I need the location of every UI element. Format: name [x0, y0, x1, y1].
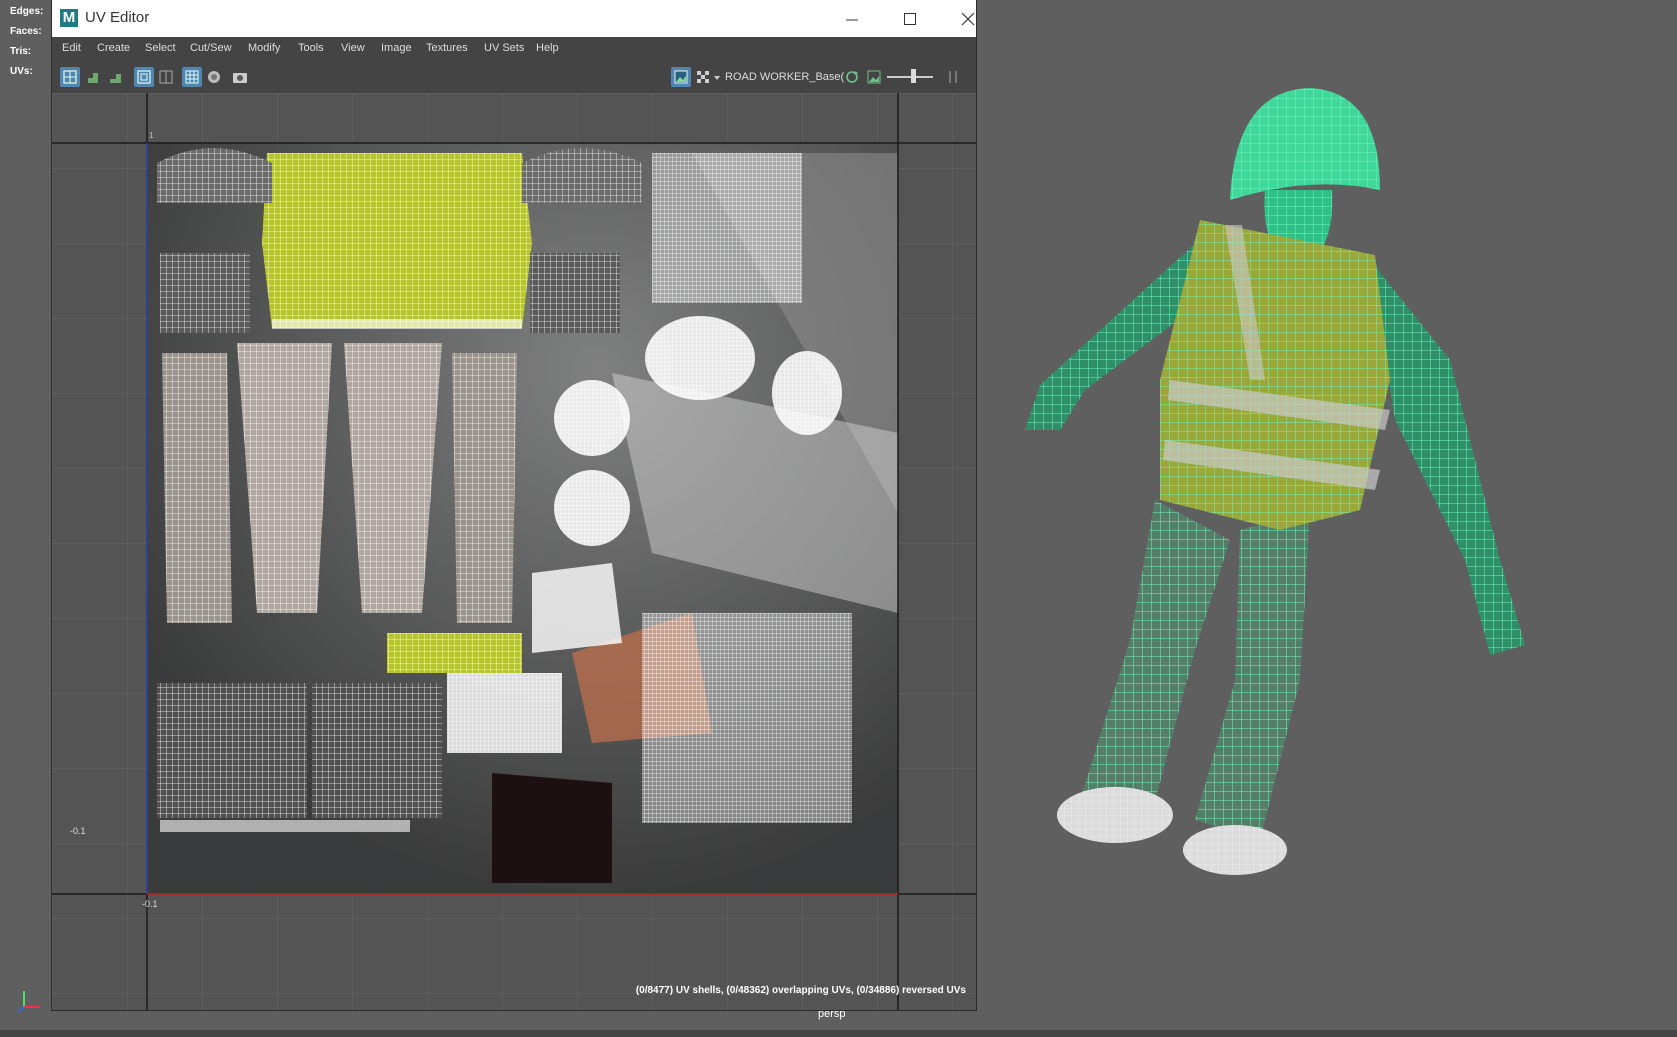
grid-icon [159, 70, 173, 84]
menu-create[interactable]: Create [97, 42, 130, 54]
menu-modify[interactable]: Modify [248, 42, 280, 54]
uv-tool-2-button[interactable] [84, 67, 104, 87]
minimize-button[interactable] [823, 0, 881, 37]
image-icon [674, 70, 688, 84]
grid-icon [185, 70, 199, 84]
stair-icon [88, 73, 98, 83]
uv-tool-5-button[interactable] [156, 67, 176, 87]
uv-canvas[interactable]: 1 -0.1 -0.1 (0/8477) UV shells, (0/48362… [52, 93, 976, 1010]
uv-tick-label: -0.1 [70, 826, 86, 836]
hud-tris-label: Tris: [10, 46, 32, 57]
uv-shell-select-button[interactable] [60, 67, 80, 87]
menu-cut-sew[interactable]: Cut/Sew [190, 42, 232, 54]
checker-options-button[interactable] [711, 67, 723, 87]
maximize-icon [904, 12, 916, 25]
menu-help[interactable]: Help [536, 42, 559, 54]
menu-view[interactable]: View [341, 42, 365, 54]
maya-logo-icon: M [60, 9, 78, 27]
exposure-slider[interactable] [887, 76, 933, 78]
menu-uv-sets[interactable]: UV Sets [484, 42, 524, 54]
axis-gizmo-icon [17, 991, 40, 1013]
expand-icon [949, 71, 957, 83]
texture-name-dropdown[interactable]: ROAD WORKER_Base( [725, 71, 844, 83]
display-image-button[interactable] [671, 67, 691, 87]
wireframe-toggle-button[interactable] [134, 67, 154, 87]
window-title: UV Editor [85, 9, 150, 26]
refresh-texture-button[interactable] [842, 67, 862, 87]
viewport-footer [0, 1030, 1677, 1037]
snapshot-button[interactable] [230, 67, 250, 87]
wireframe-icon [137, 70, 151, 84]
close-button[interactable] [939, 0, 997, 37]
menu-select[interactable]: Select [145, 42, 176, 54]
hud-uvs-label: UVs: [10, 66, 33, 77]
uv-layout: 1 [52, 93, 976, 1010]
checker-icon [697, 71, 709, 83]
image-icon [867, 70, 881, 84]
stair-icon [110, 74, 121, 83]
menu-edit[interactable]: Edit [62, 42, 81, 54]
menu-image[interactable]: Image [381, 42, 412, 54]
menu-textures[interactable]: Textures [426, 42, 468, 54]
sphere-icon [208, 71, 220, 83]
image-range-button[interactable] [864, 67, 884, 87]
window-titlebar[interactable]: M UV Editor [52, 0, 976, 37]
shaded-toggle-button[interactable] [204, 67, 224, 87]
hud-faces-label: Faces: [10, 26, 42, 37]
uv-tool-3-button[interactable] [106, 67, 126, 87]
uv-grid-icon [63, 70, 77, 84]
svg-text:1: 1 [149, 131, 154, 140]
minimize-icon [846, 19, 858, 20]
uv-tick-label: -0.1 [142, 899, 158, 909]
checker-button[interactable] [693, 67, 713, 87]
menu-tools[interactable]: Tools [298, 42, 324, 54]
uv-editor-window[interactable]: M UV Editor Edit Create Select Cut/Sew M… [52, 0, 976, 1010]
uv-status-readout: (0/8477) UV shells, (0/48362) overlappin… [635, 985, 966, 996]
chevron-down-icon [714, 76, 720, 80]
hud-edges-label: Edges: [10, 6, 44, 17]
grid-toggle-button[interactable] [182, 67, 202, 87]
character-model[interactable] [980, 80, 1600, 940]
menu-bar: Edit Create Select Cut/Sew Modify Tools … [52, 37, 976, 61]
maximize-button[interactable] [881, 0, 939, 37]
toolbar-expand-button[interactable] [945, 67, 961, 87]
uv-toolbar: ROAD WORKER_Base( [52, 61, 976, 94]
camera-icon [233, 73, 247, 83]
close-icon [961, 12, 975, 25]
exposure-slider-handle[interactable] [911, 69, 916, 83]
refresh-icon [846, 71, 858, 83]
